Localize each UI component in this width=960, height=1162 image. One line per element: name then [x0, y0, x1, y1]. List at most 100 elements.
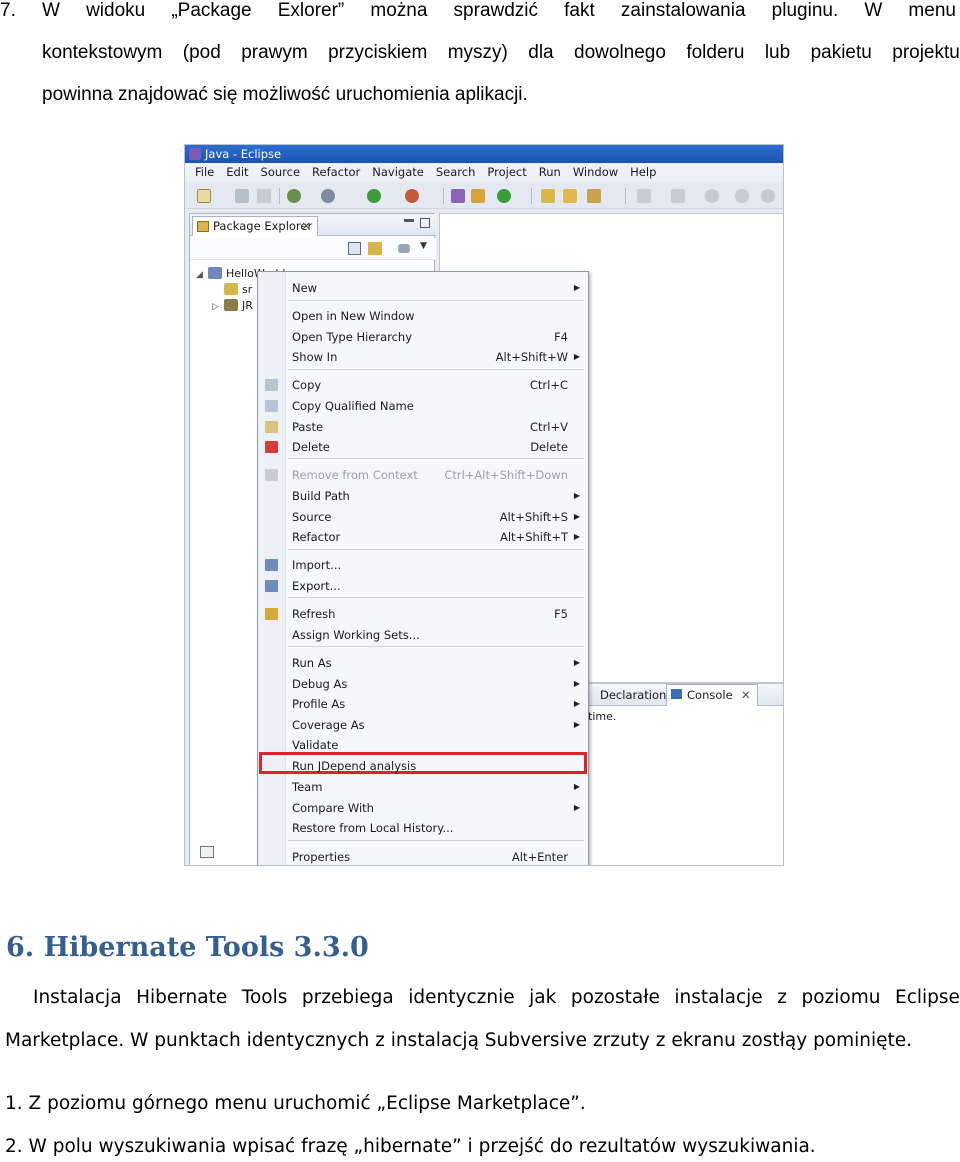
- menu-window[interactable]: Window: [567, 163, 624, 181]
- menu-item-label: Validate: [292, 738, 339, 752]
- menu-item-refresh[interactable]: Refresh F5: [258, 604, 588, 624]
- menu-item-delete[interactable]: Delete Delete: [258, 437, 588, 457]
- menu-item-debug-as[interactable]: Debug As ▶: [258, 674, 588, 694]
- tree-item[interactable]: sr: [212, 282, 252, 298]
- tab-declaration[interactable]: Declaration: [600, 684, 666, 706]
- menu-item-coverage-as[interactable]: Coverage As ▶: [258, 715, 588, 735]
- print-icon[interactable]: [257, 189, 271, 203]
- run-icon[interactable]: [367, 189, 381, 203]
- menu-item-remove-from-context[interactable]: Remove from Context Ctrl+Alt+Shift+Down: [258, 465, 588, 485]
- menu-item-profile-as[interactable]: Profile As ▶: [258, 694, 588, 714]
- tree-item[interactable]: ▷ JR: [212, 298, 253, 315]
- external-tools-icon[interactable]: [405, 189, 419, 203]
- menu-refactor[interactable]: Refactor: [306, 163, 366, 181]
- pencil-icon[interactable]: [587, 189, 601, 203]
- submenu-arrow-icon: ▶: [573, 720, 580, 729]
- back-icon[interactable]: [705, 189, 719, 203]
- menu-item-properties[interactable]: Properties Alt+Enter: [258, 847, 588, 865]
- link-with-editor-icon[interactable]: [368, 242, 382, 255]
- menu-item-build-path[interactable]: Build Path ▶: [258, 486, 588, 506]
- step-1: 1. Z poziomu górnego menu uruchomić „Ecl…: [5, 1093, 586, 1114]
- menu-run[interactable]: Run: [533, 163, 567, 181]
- nav-forward-icon[interactable]: [761, 189, 775, 203]
- menu-item-source[interactable]: Source Alt+Shift+S ▶: [258, 507, 588, 527]
- tab-package-explorer[interactable]: Package Explorer ✕: [192, 216, 318, 236]
- maximize-icon[interactable]: [420, 218, 430, 228]
- menu-item-label: Open in New Window: [292, 309, 415, 323]
- collapse-all-icon[interactable]: [348, 242, 361, 255]
- menu-item-paste[interactable]: Paste Ctrl+V: [258, 417, 588, 437]
- new-package-icon[interactable]: [471, 189, 485, 203]
- para7-line2-word: myszy): [447, 42, 508, 63]
- next-annotation-icon[interactable]: [637, 189, 651, 203]
- view-menu-icon[interactable]: [398, 244, 410, 253]
- menu-item-import[interactable]: Import...: [258, 555, 588, 575]
- menu-item-run-as[interactable]: Run As ▶: [258, 653, 588, 673]
- menu-help[interactable]: Help: [624, 163, 662, 181]
- menu-item-run-jdepend-analysis[interactable]: Run JDepend analysis: [258, 756, 588, 776]
- para7-line1-word: „Package: [171, 0, 252, 21]
- menu-item-label: Remove from Context: [292, 468, 418, 482]
- forward-icon[interactable]: [735, 189, 749, 203]
- expand-toggle-icon[interactable]: ◢: [196, 267, 208, 283]
- menu-item-refactor[interactable]: Refactor Alt+Shift+T ▶: [258, 527, 588, 547]
- menu-item-assign-working-sets[interactable]: Assign Working Sets...: [258, 625, 588, 645]
- export-icon: [265, 580, 278, 592]
- new-class-icon[interactable]: [497, 189, 511, 203]
- menu-project[interactable]: Project: [481, 163, 532, 181]
- menu-item-label: Paste: [292, 420, 324, 434]
- menu-item-restore-from-local-history[interactable]: Restore from Local History...: [258, 818, 588, 838]
- main-toolbar: [185, 183, 783, 209]
- para7-line2-word: prawym: [241, 42, 308, 63]
- close-icon[interactable]: ✕: [301, 217, 311, 235]
- tab-package-explorer-label: Package Explorer: [213, 219, 313, 233]
- para7-line-1: 7. Wwidoku „Package Exlorer” można sprawdzić…: [0, 0, 960, 32]
- para7-line3-text: powinna znajdować się możliwość uruchomi…: [42, 84, 528, 105]
- menu-item-export[interactable]: Export...: [258, 576, 588, 596]
- menu-item-team[interactable]: Team ▶: [258, 777, 588, 797]
- para7-line1-word: W: [864, 0, 883, 21]
- menu-item-shortcut: Ctrl+Alt+Shift+Down: [444, 468, 568, 482]
- menu-item-open-type-hierarchy[interactable]: Open Type Hierarchy F4: [258, 327, 588, 347]
- para7-line1-word: widoku: [86, 0, 146, 21]
- submenu-arrow-icon: ▶: [573, 491, 580, 500]
- open-folder-icon[interactable]: [563, 189, 577, 203]
- menu-item-copy-qualified-name[interactable]: Copy Qualified Name: [258, 396, 588, 416]
- new-wizard-icon[interactable]: [197, 189, 211, 203]
- save-icon[interactable]: [235, 189, 249, 203]
- menu-item-label: Source: [292, 510, 332, 524]
- menu-item-validate[interactable]: Validate: [258, 735, 588, 755]
- menu-navigate[interactable]: Navigate: [366, 163, 430, 181]
- menu-item-open-in-new-window[interactable]: Open in New Window: [258, 306, 588, 326]
- submenu-arrow-icon: ▶: [573, 782, 580, 791]
- tree-item-label: JR: [242, 299, 253, 312]
- copy-qualified-name-icon: [265, 400, 278, 412]
- menu-search[interactable]: Search: [430, 163, 482, 181]
- menu-item-compare-with[interactable]: Compare With ▶: [258, 798, 588, 818]
- para7-line2-word: lub: [764, 42, 791, 63]
- menu-item-label: Restore from Local History...: [292, 821, 454, 835]
- eclipse-screenshot: Java - Eclipse File Edit Source Refactor Nav…: [184, 144, 784, 866]
- chevron-down-icon[interactable]: ▼: [420, 241, 427, 251]
- expand-toggle-icon[interactable]: ▷: [212, 299, 224, 315]
- menu-item-copy[interactable]: Copy Ctrl+C: [258, 375, 588, 395]
- settings-icon[interactable]: [321, 189, 335, 203]
- section6-line1-word: Hibernate: [136, 987, 228, 1008]
- menu-item-new[interactable]: New ▶: [258, 278, 588, 298]
- para7-line1-word: można: [370, 0, 428, 21]
- menu-separator: [288, 597, 584, 598]
- debug-icon[interactable]: [287, 189, 301, 203]
- para7-line1-word: menu: [908, 0, 956, 21]
- menu-item-show-in[interactable]: Show In Alt+Shift+W ▶: [258, 347, 588, 367]
- menu-file[interactable]: File: [189, 163, 220, 181]
- paste-icon: [265, 421, 278, 433]
- tree-item-label: sr: [242, 283, 253, 296]
- tab-console[interactable]: Console ✕: [666, 684, 758, 706]
- menu-source[interactable]: Source: [255, 163, 307, 181]
- open-type-icon[interactable]: [541, 189, 555, 203]
- minimize-icon[interactable]: [404, 219, 414, 222]
- close-icon[interactable]: ✕: [741, 685, 751, 705]
- new-java-project-icon[interactable]: [451, 189, 465, 203]
- menu-edit[interactable]: Edit: [220, 163, 254, 181]
- prev-annotation-icon[interactable]: [671, 189, 685, 203]
